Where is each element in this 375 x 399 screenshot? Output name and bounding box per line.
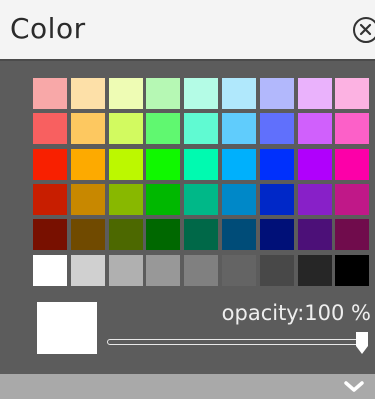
color-swatch[interactable] [222, 219, 256, 250]
color-swatch[interactable] [33, 113, 67, 144]
chevron-down-glyph [344, 381, 364, 392]
panel-header: Color [0, 0, 375, 61]
color-swatch[interactable] [109, 219, 143, 250]
color-swatch[interactable] [184, 184, 218, 215]
panel-title: Color [10, 12, 86, 45]
color-swatch[interactable] [146, 78, 180, 109]
color-swatch[interactable] [71, 113, 105, 144]
color-swatch[interactable] [146, 113, 180, 144]
opacity-slider-track[interactable] [107, 339, 367, 345]
color-swatch[interactable] [335, 149, 369, 180]
selected-color-preview [37, 302, 97, 354]
color-swatch[interactable] [222, 184, 256, 215]
color-swatch[interactable] [260, 78, 294, 109]
slider-handle-glyph [356, 332, 368, 354]
color-swatch[interactable] [335, 113, 369, 144]
color-swatch[interactable] [222, 113, 256, 144]
color-panel: Color opacity:100 % [0, 0, 375, 399]
color-swatch[interactable] [71, 149, 105, 180]
color-swatch[interactable] [184, 113, 218, 144]
color-swatch[interactable] [71, 78, 105, 109]
color-swatch[interactable] [298, 219, 332, 250]
color-swatch[interactable] [335, 78, 369, 109]
color-swatch-grid [33, 78, 373, 288]
color-swatch[interactable] [146, 184, 180, 215]
color-swatch[interactable] [298, 255, 332, 286]
color-swatch[interactable] [298, 113, 332, 144]
color-swatch[interactable] [71, 255, 105, 286]
color-swatch[interactable] [109, 184, 143, 215]
color-swatch[interactable] [222, 78, 256, 109]
color-swatch[interactable] [184, 255, 218, 286]
close-x-glyph [359, 23, 372, 36]
color-swatch[interactable] [184, 149, 218, 180]
color-swatch[interactable] [109, 149, 143, 180]
color-swatch[interactable] [33, 78, 67, 109]
color-swatch[interactable] [146, 149, 180, 180]
color-swatch[interactable] [33, 184, 67, 215]
color-swatch[interactable] [298, 184, 332, 215]
opacity-slider-handle[interactable] [355, 331, 369, 355]
color-swatch[interactable] [260, 219, 294, 250]
color-swatch[interactable] [33, 255, 67, 286]
chevron-down-icon[interactable] [341, 378, 367, 396]
color-swatch[interactable] [71, 219, 105, 250]
color-swatch[interactable] [109, 113, 143, 144]
color-swatch[interactable] [298, 149, 332, 180]
color-swatch[interactable] [184, 219, 218, 250]
close-icon[interactable] [353, 17, 375, 43]
color-swatch[interactable] [335, 219, 369, 250]
color-swatch[interactable] [184, 78, 218, 109]
color-swatch[interactable] [146, 219, 180, 250]
color-swatch[interactable] [71, 184, 105, 215]
color-swatch[interactable] [222, 149, 256, 180]
color-swatch[interactable] [260, 149, 294, 180]
color-swatch[interactable] [260, 184, 294, 215]
color-swatch[interactable] [260, 113, 294, 144]
opacity-label: opacity:100 % [221, 301, 371, 325]
color-swatch[interactable] [33, 219, 67, 250]
panel-footer [0, 374, 375, 399]
color-swatch[interactable] [260, 255, 294, 286]
color-swatch[interactable] [146, 255, 180, 286]
color-swatch[interactable] [109, 78, 143, 109]
color-swatch[interactable] [335, 184, 369, 215]
color-swatch[interactable] [33, 149, 67, 180]
color-swatch[interactable] [298, 78, 332, 109]
color-swatch[interactable] [222, 255, 256, 286]
color-swatch[interactable] [335, 255, 369, 286]
color-swatch[interactable] [109, 255, 143, 286]
